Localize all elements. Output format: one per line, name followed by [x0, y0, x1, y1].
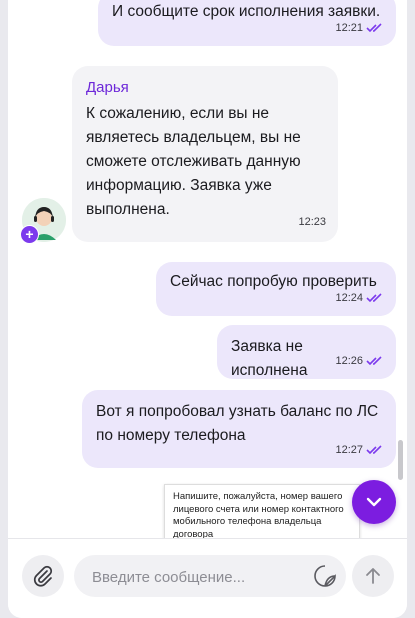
message-meta: 12:27 — [335, 438, 384, 462]
message-composer — [8, 538, 407, 618]
message-time: 12:27 — [335, 444, 363, 456]
sender-name: Дарья — [86, 79, 129, 96]
scroll-to-bottom-button[interactable] — [352, 480, 396, 524]
attach-button[interactable] — [22, 555, 64, 597]
message-time: 12:26 — [335, 355, 363, 367]
message-meta: 12:24 — [335, 286, 384, 310]
message-meta: 12:26 — [335, 349, 384, 373]
paperclip-icon — [33, 565, 53, 587]
add-icon: + — [20, 225, 39, 244]
chevron-down-icon — [366, 497, 382, 507]
message-meta: 12:21 — [335, 16, 384, 40]
double-check-icon — [366, 23, 382, 33]
message-list[interactable]: И сообщите срок исполнения заявки. 12:21… — [8, 0, 407, 538]
attached-image-preview[interactable]: Напишите, пожалуйста, номер вашего лицев… — [164, 484, 360, 538]
send-button[interactable] — [352, 555, 394, 597]
message-input-wrapper — [74, 555, 346, 599]
incoming-message: Дарья К сожалению, если вы не являетесь … — [72, 66, 338, 242]
message-meta: 12:23 — [298, 210, 326, 234]
outgoing-message: Заявка не исполнена 12:26 — [217, 325, 396, 379]
outgoing-message: Вот я попробовал узнать баланс по ЛС по … — [82, 390, 396, 468]
message-time: 12:21 — [335, 22, 363, 34]
message-text: К сожалению, если вы не являетесь владел… — [86, 105, 301, 218]
double-check-icon — [366, 293, 382, 303]
preview-text: Напишите, пожалуйста, номер вашего лицев… — [173, 491, 344, 538]
message-text: Заявка не исполнена — [231, 338, 308, 379]
agent-avatar: + — [20, 198, 66, 244]
message-time: 12:23 — [298, 216, 326, 228]
outgoing-message: Сейчас попробую проверить 12:24 — [156, 262, 396, 316]
message-time: 12:24 — [335, 292, 363, 304]
sticker-icon[interactable] — [312, 563, 338, 589]
outgoing-message: И сообщите срок исполнения заявки. 12:21 — [98, 0, 396, 46]
arrow-up-icon — [366, 568, 380, 584]
double-check-icon — [366, 445, 382, 455]
chat-panel: И сообщите срок исполнения заявки. 12:21… — [8, 0, 407, 618]
scrollbar-thumb[interactable] — [398, 440, 403, 480]
double-check-icon — [366, 356, 382, 366]
message-input[interactable] — [90, 555, 294, 599]
